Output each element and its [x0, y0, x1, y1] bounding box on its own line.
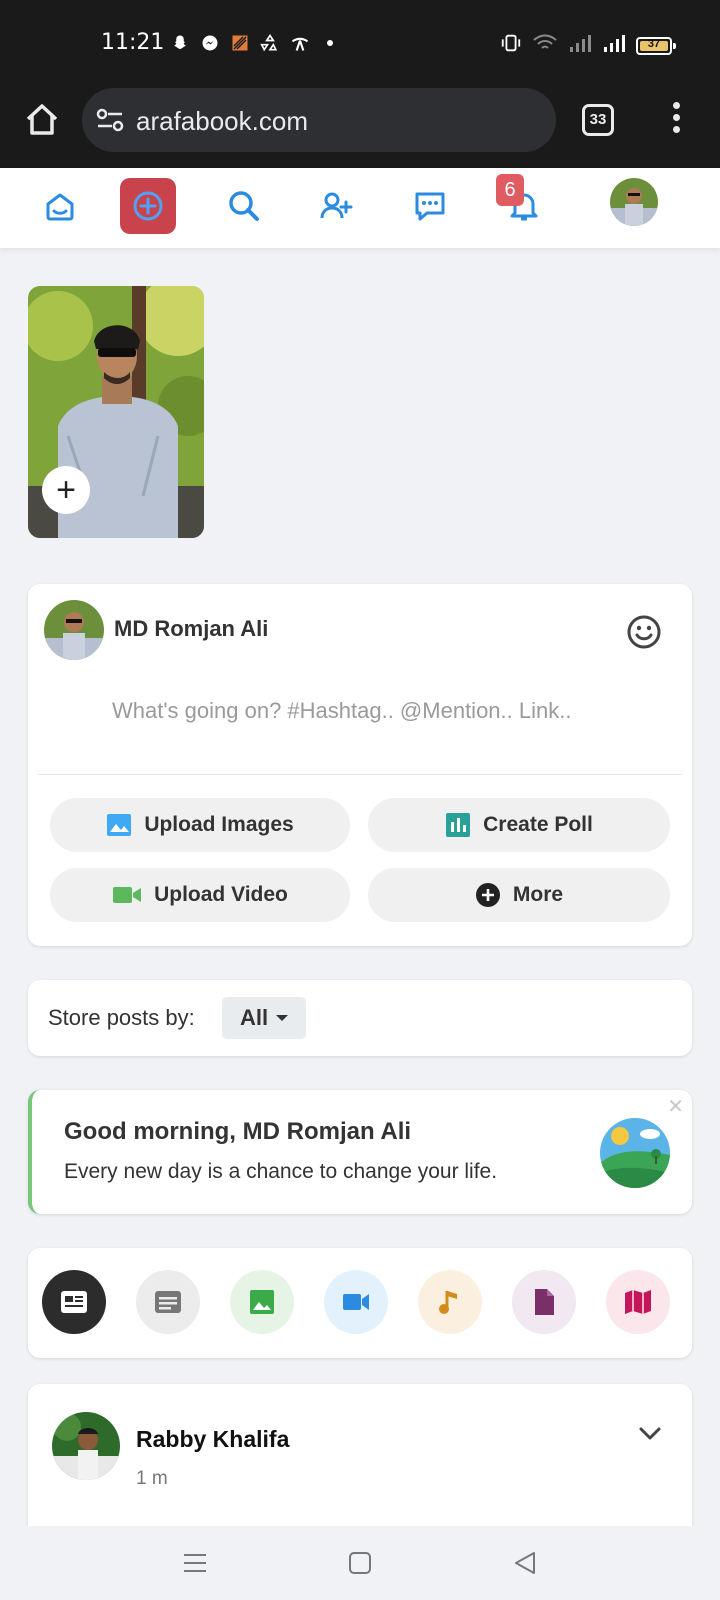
app-navbar: 6: [0, 168, 720, 248]
map-icon: [625, 1290, 651, 1314]
signal-icon-1: [568, 33, 592, 58]
dot-icon: [320, 33, 340, 53]
browser-home-button[interactable]: [24, 102, 60, 138]
notification-badge: 6: [496, 174, 524, 206]
greeting-message: Every new day is a chance to change your…: [64, 1160, 498, 1183]
snapchat-icon: [170, 33, 190, 53]
recycle-icon: [260, 33, 280, 53]
plus-circle-icon: [133, 191, 163, 221]
more-button[interactable]: More: [368, 868, 670, 922]
greeting-title: Good morning, MD Romjan Ali: [64, 1118, 412, 1145]
home-icon: [46, 193, 74, 221]
more-label: More: [512, 883, 564, 906]
url-text: arafabook.com: [136, 106, 308, 136]
wifi-icon: [532, 33, 558, 58]
app-notification-icon: [230, 33, 250, 53]
photo-icon: [250, 1290, 274, 1314]
upload-video-label: Upload Video: [154, 883, 288, 906]
site-settings-icon[interactable]: [96, 107, 124, 133]
composer-avatar: [44, 600, 104, 660]
post-author-name[interactable]: Rabby Khalifa: [136, 1426, 289, 1453]
menu-dot-icon: [673, 102, 680, 109]
nav-home[interactable]: [32, 178, 88, 234]
news-feed-icon: [61, 1291, 87, 1313]
post-type-photo[interactable]: [230, 1270, 294, 1334]
post-composer: MD Romjan Ali What's going on? #Hashtag.…: [28, 584, 692, 946]
store-posts-label: Store posts by:: [48, 1005, 195, 1030]
chevron-down-icon[interactable]: [638, 1426, 662, 1442]
avatar: [52, 1412, 120, 1480]
landscape-icon: [600, 1118, 670, 1188]
menu-dot-icon: [673, 126, 680, 133]
home-icon: [26, 104, 58, 135]
notification-icons: [170, 33, 340, 53]
image-icon: [107, 814, 132, 836]
system-icons: 37: [500, 33, 676, 58]
profile-avatar[interactable]: [610, 178, 658, 226]
video-camera-icon: [113, 887, 142, 903]
emoji-icon[interactable]: [626, 614, 662, 650]
poll-icon: [446, 813, 471, 837]
nav-messages[interactable]: [402, 178, 458, 234]
nav-search[interactable]: [216, 178, 272, 234]
composer-input[interactable]: What's going on? #Hashtag.. @Mention.. L…: [112, 698, 571, 724]
avatar: [44, 600, 104, 660]
add-user-icon: [320, 192, 353, 219]
post-type-text[interactable]: [136, 1270, 200, 1334]
system-navigation-bar: [0, 1526, 720, 1600]
divider: [38, 774, 682, 775]
morning-illustration: [600, 1118, 670, 1188]
file-icon: [535, 1289, 554, 1315]
upload-images-label: Upload Images: [144, 813, 294, 836]
avatar: [610, 178, 658, 226]
upload-images-button[interactable]: Upload Images: [50, 798, 350, 852]
signal-icon-2: [602, 33, 626, 58]
recents-button[interactable]: [180, 1548, 210, 1578]
nav-create[interactable]: [120, 178, 176, 234]
add-story-button[interactable]: +: [42, 466, 90, 514]
create-poll-button[interactable]: Create Poll: [368, 798, 670, 852]
composer-user-name: MD Romjan Ali: [114, 616, 269, 641]
store-posts-filter: Store posts by: All: [28, 980, 692, 1056]
status-time: 11:21: [101, 30, 165, 55]
browser-menu-button[interactable]: [672, 102, 682, 138]
messenger-icon: [200, 33, 220, 53]
nav-friend-requests[interactable]: [308, 178, 364, 234]
post-type-video[interactable]: [324, 1270, 388, 1334]
home-button[interactable]: [345, 1548, 375, 1578]
text-post-icon: [155, 1291, 181, 1313]
menu-dot-icon: [673, 114, 680, 121]
post-type-file[interactable]: [512, 1270, 576, 1334]
greeting-card: Good morning, MD Romjan Ali Every new da…: [28, 1090, 692, 1214]
post-type-feed[interactable]: [42, 1270, 106, 1334]
post-timestamp: 1 m: [136, 1468, 168, 1489]
vibrate-icon: [500, 33, 522, 58]
post-type-location[interactable]: [606, 1270, 670, 1334]
store-posts-selected: All: [239, 1005, 269, 1030]
address-bar[interactable]: arafabook.com: [82, 88, 556, 152]
create-poll-label: Create Poll: [483, 813, 593, 836]
browser-toolbar: arafabook.com 33: [0, 88, 720, 168]
status-bar: 11:21 37: [0, 0, 720, 88]
back-button[interactable]: [510, 1548, 540, 1578]
store-posts-select[interactable]: All: [222, 997, 306, 1039]
my-story[interactable]: +: [28, 286, 204, 538]
telenor-icon: [290, 33, 310, 53]
close-icon[interactable]: ✕: [667, 1094, 684, 1119]
video-icon: [343, 1294, 369, 1310]
tab-switcher-button[interactable]: 33: [582, 104, 614, 136]
post-type-bar: [28, 1248, 692, 1358]
plus-circle-icon: [475, 883, 500, 907]
post-type-music[interactable]: [418, 1270, 482, 1334]
search-icon: [229, 191, 259, 221]
battery-percent: 37: [647, 37, 661, 50]
battery-icon: 37: [636, 36, 676, 55]
caret-down-icon: [276, 1015, 289, 1021]
music-icon: [439, 1291, 457, 1314]
post-author-avatar[interactable]: [52, 1412, 120, 1480]
upload-video-button[interactable]: Upload Video: [50, 868, 350, 922]
chat-icon: [415, 192, 445, 221]
